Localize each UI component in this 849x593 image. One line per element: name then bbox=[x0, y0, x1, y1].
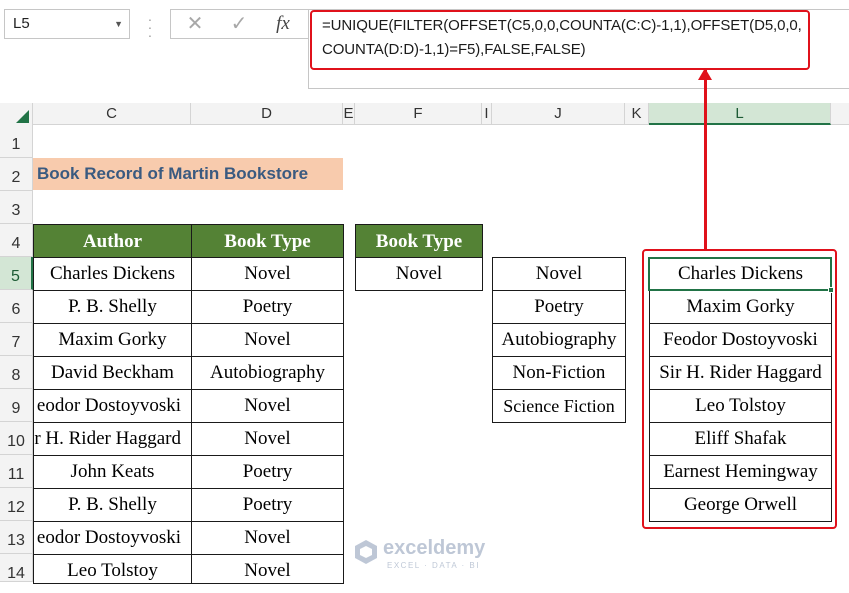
formula-highlight-box bbox=[310, 10, 810, 70]
row-header-2[interactable]: 2 bbox=[0, 158, 33, 191]
criteria-header[interactable]: Book Type bbox=[355, 224, 483, 258]
table-cell-author[interactable]: r H. Rider Haggard bbox=[33, 422, 192, 456]
type-list-item[interactable]: Novel bbox=[492, 257, 626, 291]
table-cell-book-type[interactable]: Novel bbox=[191, 521, 344, 555]
table-cell-book-type[interactable]: Poetry bbox=[191, 455, 344, 489]
table-cell-author[interactable]: P. B. Shelly bbox=[33, 290, 192, 324]
table-header-book-type[interactable]: Book Type bbox=[191, 224, 344, 258]
table-cell-book-type[interactable]: Novel bbox=[191, 554, 344, 584]
insert-function-button[interactable]: fx bbox=[265, 10, 301, 38]
row-header-13[interactable]: 13 bbox=[0, 521, 33, 554]
type-list-item[interactable]: Poetry bbox=[492, 290, 626, 324]
sheet-title[interactable]: Book Record of Martin Bookstore bbox=[33, 158, 343, 190]
watermark-tagline: EXCEL · DATA · BI bbox=[387, 561, 480, 570]
chevron-down-icon[interactable]: ▼ bbox=[114, 19, 123, 29]
select-all-triangle-icon bbox=[16, 110, 29, 123]
column-header-d[interactable]: D bbox=[191, 103, 343, 125]
row-header-7[interactable]: 7 bbox=[0, 323, 33, 356]
table-cell-author[interactable]: Leo Tolstoy bbox=[33, 554, 192, 584]
row-header-1[interactable]: 1 bbox=[0, 125, 33, 158]
name-box[interactable]: L5 ▼ bbox=[4, 9, 130, 39]
row-header-8[interactable]: 8 bbox=[0, 356, 33, 389]
cancel-icon[interactable]: ✕ bbox=[177, 10, 213, 38]
table-cell-book-type[interactable]: Autobiography bbox=[191, 356, 344, 390]
name-box-value: L5 bbox=[13, 15, 30, 32]
column-header-i[interactable]: I bbox=[482, 103, 492, 125]
table-cell-author[interactable]: eodor Dostoyvoski bbox=[33, 389, 192, 423]
type-list-item[interactable]: Non-Fiction bbox=[492, 356, 626, 390]
column-header-k[interactable]: K bbox=[625, 103, 649, 125]
watermark: exceldemy EXCEL · DATA · BI bbox=[353, 535, 523, 575]
type-list-item[interactable]: Autobiography bbox=[492, 323, 626, 357]
table-cell-author[interactable]: David Beckham bbox=[33, 356, 192, 390]
row-header-10[interactable]: 10 bbox=[0, 422, 33, 455]
row-header-3[interactable]: 3 bbox=[0, 191, 33, 224]
table-cell-author[interactable]: Charles Dickens bbox=[33, 257, 192, 291]
row-header-14[interactable]: 14 bbox=[0, 554, 33, 582]
row-header-5[interactable]: 5 bbox=[0, 257, 33, 290]
row-header-9[interactable]: 9 bbox=[0, 389, 33, 422]
result-highlight-box bbox=[642, 249, 837, 529]
arrow-up-icon bbox=[698, 68, 712, 80]
table-cell-book-type[interactable]: Novel bbox=[191, 389, 344, 423]
table-cell-book-type[interactable]: Novel bbox=[191, 422, 344, 456]
column-header-j[interactable]: J bbox=[492, 103, 625, 125]
row-header-12[interactable]: 12 bbox=[0, 488, 33, 521]
table-cell-book-type[interactable]: Poetry bbox=[191, 488, 344, 522]
table-cell-author[interactable]: Maxim Gorky bbox=[33, 323, 192, 357]
annotation-arrow-line bbox=[704, 70, 707, 250]
row-header-4[interactable]: 4 bbox=[0, 224, 33, 257]
table-cell-author[interactable]: eodor Dostoyvoski bbox=[33, 521, 192, 555]
table-cell-author[interactable]: P. B. Shelly bbox=[33, 488, 192, 522]
table-cell-book-type[interactable]: Novel bbox=[191, 257, 344, 291]
enter-icon[interactable]: ✓ bbox=[221, 10, 257, 38]
criteria-value-cell[interactable]: Novel bbox=[355, 257, 483, 291]
row-header-11[interactable]: 11 bbox=[0, 455, 33, 488]
table-cell-author[interactable]: John Keats bbox=[33, 455, 192, 489]
formula-buttons: ✕ ✓ fx bbox=[170, 9, 308, 39]
table-header-author[interactable]: Author bbox=[33, 224, 192, 258]
column-header-f[interactable]: F bbox=[355, 103, 482, 125]
formula-bar-grip-icon[interactable]: · · · bbox=[143, 9, 157, 42]
table-cell-book-type[interactable]: Novel bbox=[191, 323, 344, 357]
table-cell-book-type[interactable]: Poetry bbox=[191, 290, 344, 324]
watermark-name: exceldemy bbox=[383, 537, 486, 559]
type-list-item[interactable]: Science Fiction bbox=[492, 389, 626, 423]
column-header-c[interactable]: C bbox=[33, 103, 191, 125]
column-header-l[interactable]: L bbox=[649, 103, 831, 125]
row-header-6[interactable]: 6 bbox=[0, 290, 33, 323]
exceldemy-logo-icon bbox=[355, 540, 377, 564]
column-header-e[interactable]: E bbox=[343, 103, 355, 125]
